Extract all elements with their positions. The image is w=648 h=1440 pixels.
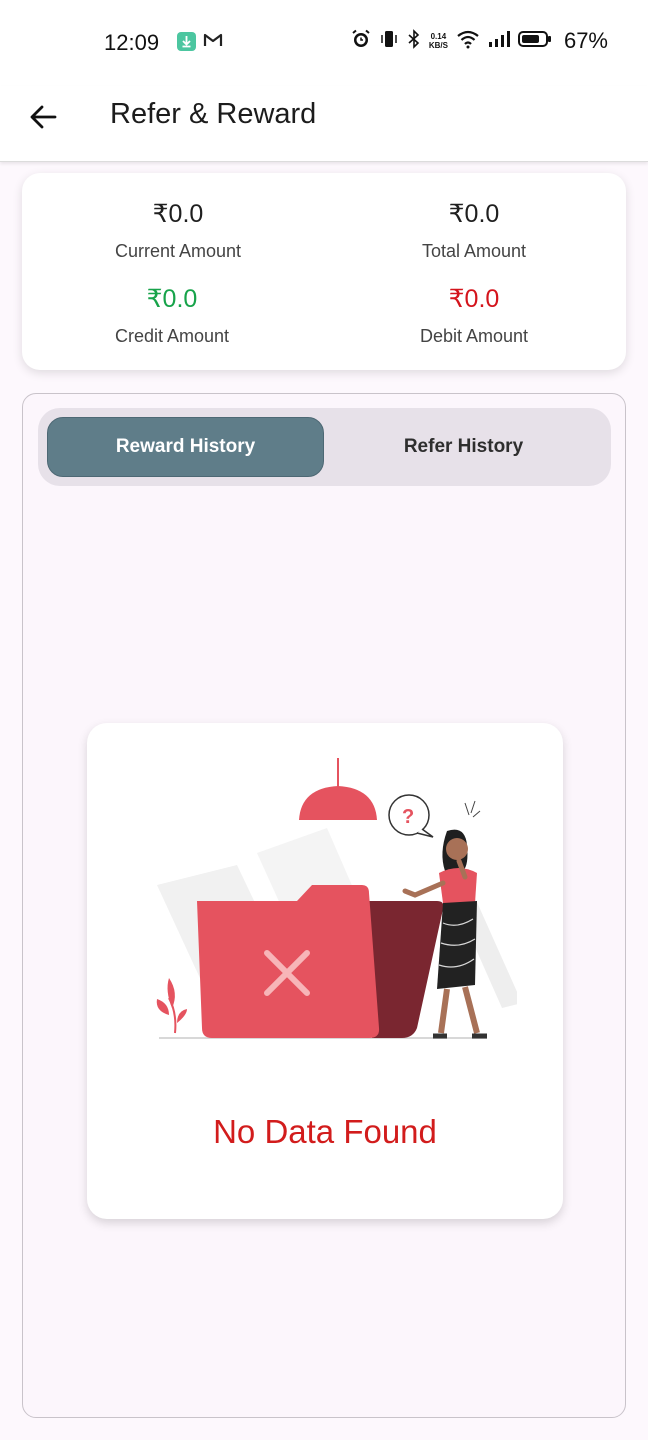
tab-reward-history[interactable]: Reward History bbox=[47, 417, 324, 477]
signal-icon bbox=[488, 29, 510, 54]
page-title: Refer & Reward bbox=[110, 98, 317, 130]
net-speed: 0.14 KB/S bbox=[428, 32, 448, 50]
debit-amount-value: ₹0.0 bbox=[448, 285, 500, 313]
bluetooth-icon bbox=[407, 28, 421, 54]
total-amount-value: ₹0.0 bbox=[448, 200, 500, 228]
battery-icon bbox=[517, 29, 552, 54]
status-icons: 0.14 KB/S 67% bbox=[351, 28, 608, 54]
history-panel: Reward History Refer History ? No Data F… bbox=[22, 393, 626, 1418]
status-bar: 12:09 0.14 KB/S 67% bbox=[0, 0, 648, 86]
current-amount: ₹0.0 Current Amount bbox=[78, 199, 278, 262]
credit-amount-label: Credit Amount bbox=[114, 326, 230, 346]
debit-amount-label: Debit Amount bbox=[419, 326, 529, 346]
status-time: 12:09 bbox=[104, 30, 160, 55]
amount-summary-card: ₹0.0 Current Amount ₹0.0 Total Amount ₹0… bbox=[22, 173, 626, 370]
total-amount-label: Total Amount bbox=[421, 241, 527, 261]
empty-folder-illustration: ? bbox=[156, 758, 517, 1039]
empty-state-card: ? No Data Found bbox=[87, 723, 563, 1219]
total-amount: ₹0.0 Total Amount bbox=[374, 199, 574, 262]
empty-state-message: No Data Found bbox=[213, 1113, 437, 1150]
wifi-icon bbox=[456, 29, 480, 54]
download-icon bbox=[177, 32, 196, 51]
credit-amount: ₹0.0 Credit Amount bbox=[72, 284, 272, 347]
alarm-icon bbox=[351, 29, 371, 54]
arrow-left-icon[interactable] bbox=[26, 100, 60, 134]
svg-text:?: ? bbox=[402, 806, 414, 828]
current-amount-label: Current Amount bbox=[114, 241, 242, 261]
history-tabs: Reward History Refer History bbox=[38, 408, 611, 486]
gmail-icon bbox=[203, 31, 223, 54]
vibrate-icon bbox=[379, 29, 399, 54]
battery-percent: 67% bbox=[563, 28, 608, 53]
debit-amount: ₹0.0 Debit Amount bbox=[374, 284, 574, 347]
app-bar: Refer & Reward bbox=[0, 86, 648, 162]
tab-refer-history[interactable]: Refer History bbox=[325, 417, 602, 477]
current-amount-value: ₹0.0 bbox=[152, 200, 204, 228]
credit-amount-value: ₹0.0 bbox=[146, 285, 198, 313]
